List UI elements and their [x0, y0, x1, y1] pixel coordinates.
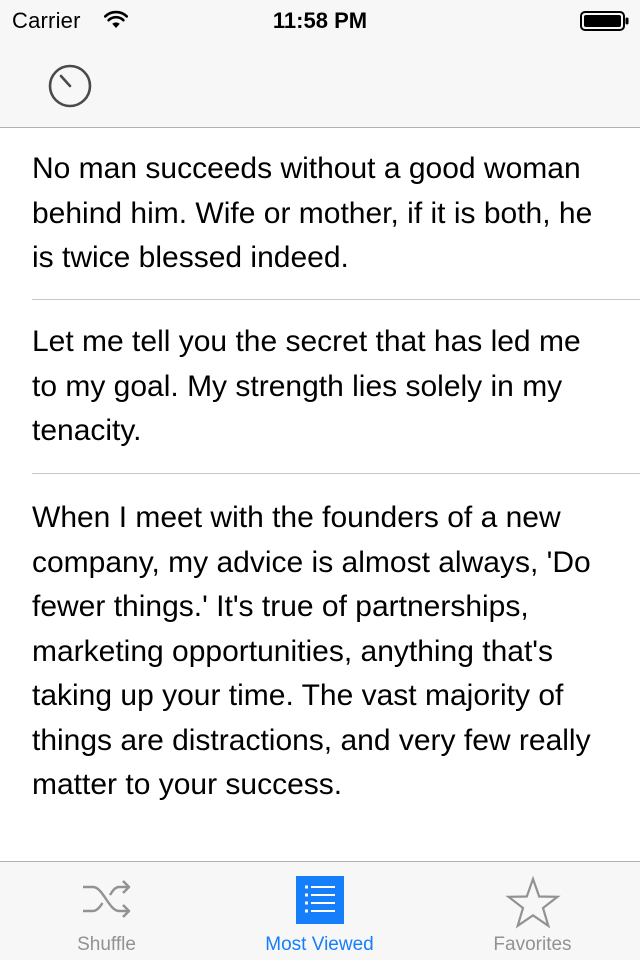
- tab-bar: Shuffle Most Viewed Favorites: [0, 861, 640, 960]
- tab-shuffle-label: Shuffle: [77, 934, 136, 955]
- tab-most-viewed[interactable]: Most Viewed: [213, 862, 426, 961]
- tab-shuffle[interactable]: Shuffle: [0, 862, 213, 961]
- quote-list: No man succeeds without a good woman beh…: [0, 129, 640, 861]
- tab-favorites[interactable]: Favorites: [426, 862, 639, 961]
- list-icon: [295, 876, 344, 924]
- quote-text: Let me tell you the secret that has led …: [32, 325, 581, 447]
- navigation-bar: [0, 40, 640, 128]
- quote-row[interactable]: When I meet with the founders of a new c…: [0, 474, 640, 861]
- tab-favorites-label: Favorites: [493, 934, 572, 955]
- battery-icon: [580, 11, 629, 31]
- shuffle-icon: [82, 880, 130, 918]
- status-bar: Carrier 11:58 PM: [0, 0, 640, 40]
- quote-text: When I meet with the founders of a new c…: [32, 501, 591, 801]
- quote-row[interactable]: Let me tell you the secret that has led …: [0, 300, 640, 474]
- star-icon: [504, 876, 561, 929]
- tab-most-viewed-label: Most Viewed: [265, 934, 374, 955]
- status-time: 11:58 PM: [272, 8, 368, 33]
- timer-icon[interactable]: [44, 60, 96, 112]
- quote-text: No man succeeds without a good woman beh…: [32, 152, 593, 274]
- quote-row[interactable]: No man succeeds without a good woman beh…: [0, 129, 640, 300]
